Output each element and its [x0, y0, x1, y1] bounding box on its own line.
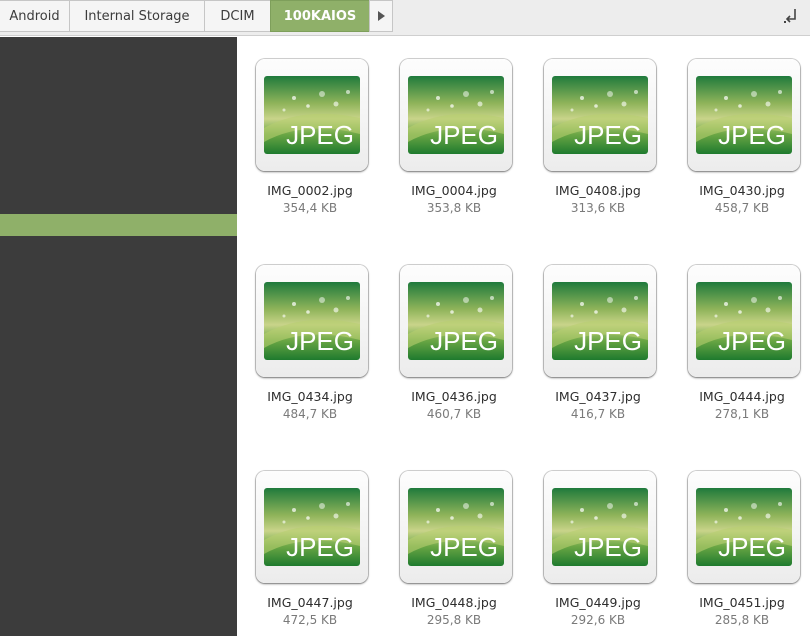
file-name: IMG_0444.jpg — [699, 389, 785, 404]
pathbar-forward-button[interactable] — [369, 0, 393, 32]
file-name: IMG_0451.jpg — [699, 595, 785, 610]
jpeg-badge: JPEG — [430, 120, 498, 150]
file-size: 458,7 KB — [714, 201, 770, 215]
crumb-android[interactable]: Android — [0, 0, 70, 32]
file-size: 353,8 KB — [426, 201, 482, 215]
file-item[interactable]: JPEG IMG_0430.jpg 458,7 KB — [670, 37, 810, 227]
path-toggle-icon[interactable] — [780, 5, 802, 27]
file-size: 416,7 KB — [570, 407, 626, 421]
jpeg-badge: JPEG — [286, 120, 354, 150]
file-name: IMG_0436.jpg — [411, 389, 497, 404]
file-size: 472,5 KB — [282, 613, 338, 627]
file-name: IMG_0448.jpg — [411, 595, 497, 610]
file-name: IMG_0408.jpg — [555, 183, 641, 198]
crumb-100kaios[interactable]: 100KAIOS — [270, 0, 370, 32]
jpeg-file-icon: JPEG — [688, 265, 800, 377]
file-item[interactable]: JPEG IMG_0436.jpg 460,7 KB — [382, 243, 526, 433]
file-item[interactable]: JPEG IMG_0451.jpg 285,8 KB — [670, 449, 810, 636]
file-size: 460,7 KB — [426, 407, 482, 421]
jpeg-badge: JPEG — [286, 326, 354, 356]
jpeg-file-icon: JPEG — [400, 59, 512, 171]
path-bar: Android Internal Storage DCIM 100KAIOS — [0, 0, 810, 36]
file-item[interactable]: JPEG IMG_0002.jpg 354,4 KB — [238, 37, 382, 227]
jpeg-badge: JPEG — [574, 532, 642, 562]
jpeg-badge: JPEG — [574, 120, 642, 150]
file-item[interactable]: JPEG IMG_0408.jpg 313,6 KB — [526, 37, 670, 227]
jpeg-file-icon: JPEG — [688, 59, 800, 171]
file-name: IMG_0447.jpg — [267, 595, 353, 610]
jpeg-file-icon: JPEG — [400, 265, 512, 377]
jpeg-file-icon: JPEG — [256, 265, 368, 377]
file-size: 292,6 KB — [570, 613, 626, 627]
jpeg-badge: JPEG — [718, 326, 786, 356]
file-name: IMG_0004.jpg — [411, 183, 497, 198]
file-item[interactable]: JPEG IMG_0004.jpg 353,8 KB — [382, 37, 526, 227]
file-item[interactable]: JPEG IMG_0449.jpg 292,6 KB — [526, 449, 670, 636]
jpeg-badge: JPEG — [286, 532, 354, 562]
jpeg-file-icon: JPEG — [544, 59, 656, 171]
file-size: 313,6 KB — [570, 201, 626, 215]
file-item[interactable]: JPEG IMG_0434.jpg 484,7 KB — [238, 243, 382, 433]
jpeg-file-icon: JPEG — [256, 59, 368, 171]
file-name: IMG_0437.jpg — [555, 389, 641, 404]
sidebar — [0, 37, 237, 636]
jpeg-badge: JPEG — [430, 326, 498, 356]
file-item[interactable]: JPEG IMG_0437.jpg 416,7 KB — [526, 243, 670, 433]
file-name: IMG_0430.jpg — [699, 183, 785, 198]
file-size: 295,8 KB — [426, 613, 482, 627]
file-size: 278,1 KB — [714, 407, 770, 421]
file-size: 285,8 KB — [714, 613, 770, 627]
file-name: IMG_0002.jpg — [267, 183, 353, 198]
jpeg-file-icon: JPEG — [256, 471, 368, 583]
file-name: IMG_0434.jpg — [267, 389, 353, 404]
jpeg-file-icon: JPEG — [544, 265, 656, 377]
file-item[interactable]: JPEG IMG_0447.jpg 472,5 KB — [238, 449, 382, 636]
file-name: IMG_0449.jpg — [555, 595, 641, 610]
crumb-dcim[interactable]: DCIM — [204, 0, 271, 32]
crumb-internal-storage[interactable]: Internal Storage — [69, 0, 205, 32]
jpeg-badge: JPEG — [430, 532, 498, 562]
sidebar-item-selected[interactable] — [0, 214, 237, 236]
jpeg-file-icon: JPEG — [544, 471, 656, 583]
jpeg-badge: JPEG — [718, 120, 786, 150]
file-size: 484,7 KB — [282, 407, 338, 421]
file-item[interactable]: JPEG IMG_0444.jpg 278,1 KB — [670, 243, 810, 433]
triangle-right-icon — [377, 11, 385, 21]
jpeg-badge: JPEG — [718, 532, 786, 562]
file-grid: JPEG IMG_0002.jpg 354,4 KB JPEG IMG_0004… — [238, 37, 810, 636]
jpeg-file-icon: JPEG — [400, 471, 512, 583]
jpeg-badge: JPEG — [574, 326, 642, 356]
file-size: 354,4 KB — [282, 201, 338, 215]
file-item[interactable]: JPEG IMG_0448.jpg 295,8 KB — [382, 449, 526, 636]
jpeg-file-icon: JPEG — [688, 471, 800, 583]
